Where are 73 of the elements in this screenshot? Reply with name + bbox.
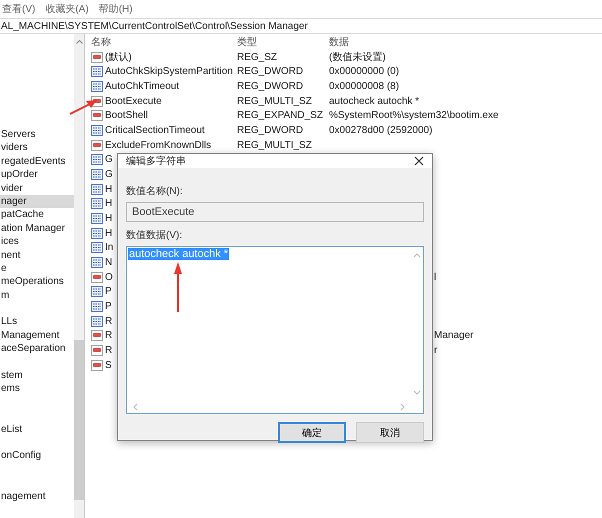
value-data: 0x00278d00 (2592000) bbox=[329, 125, 434, 136]
name-field[interactable]: BootExecute bbox=[126, 202, 424, 222]
value-name: CriticalSectionTimeout bbox=[105, 125, 205, 136]
value-name: In bbox=[105, 242, 114, 254]
column-header[interactable]: 名称 bbox=[91, 35, 237, 49]
value-data: l bbox=[434, 272, 436, 283]
value-type: REG_DWORD bbox=[237, 125, 304, 136]
tree-item[interactable]: Management bbox=[0, 328, 74, 342]
value-name: AutoChkTimeout bbox=[105, 81, 180, 92]
value-data: Manager bbox=[434, 330, 474, 342]
field-label: 数值名称(N): bbox=[126, 185, 184, 198]
value-name: H bbox=[105, 198, 112, 210]
tree-item[interactable]: onConfig bbox=[0, 449, 74, 463]
value-name: ExcludeFromKnownDlls bbox=[105, 140, 212, 151]
menu-item[interactable]: 查看(V) bbox=[2, 2, 36, 16]
value-data: (数值未设置) bbox=[329, 50, 387, 64]
dialog-title: 编辑多字符串 bbox=[126, 154, 186, 168]
menu-item[interactable]: 帮助(H) bbox=[98, 2, 133, 16]
value-name: P bbox=[105, 300, 112, 312]
value-name: O bbox=[105, 272, 113, 283]
value-name: G bbox=[105, 169, 113, 180]
tree-item[interactable]: aceSeparation bbox=[0, 342, 74, 356]
value-name: BootExecute bbox=[105, 96, 162, 107]
field-label: 数值数据(V): bbox=[126, 229, 184, 242]
tree-item[interactable]: LLs bbox=[0, 315, 74, 329]
tree-item[interactable]: viders bbox=[0, 141, 74, 155]
tree-item[interactable]: m bbox=[0, 288, 74, 302]
value-data: r bbox=[434, 344, 438, 356]
value-name: R bbox=[105, 344, 112, 356]
tree-item[interactable]: ation Manager bbox=[0, 222, 74, 236]
value-name: R bbox=[105, 316, 112, 327]
value-name: N bbox=[105, 257, 112, 268]
column-header[interactable]: 类型 bbox=[237, 35, 329, 49]
data-text: autocheck autochk * bbox=[128, 248, 230, 260]
tree-item[interactable]: e bbox=[0, 262, 74, 276]
value-data: autocheck autochk * bbox=[329, 96, 420, 107]
value-type: REG_DWORD bbox=[237, 81, 304, 92]
address-bar[interactable]: AL_MACHINE\SYSTEM\CurrentControlSet\Control\Session Manager bbox=[0, 18, 602, 34]
value-data: 0x00000008 (8) bbox=[329, 81, 400, 92]
menu-item[interactable]: 收藏夹(A) bbox=[45, 2, 89, 16]
value-type: REG_DWORD bbox=[237, 66, 304, 78]
dialog-button[interactable]: 确定 bbox=[278, 422, 346, 443]
tree-item[interactable]: patCache bbox=[0, 208, 74, 222]
value-name: R bbox=[105, 330, 112, 342]
value-type: REG_MULTI_SZ bbox=[237, 140, 313, 151]
value-name: AutoChkSkipSystemPartition bbox=[105, 66, 233, 78]
value-data: 0x00000000 (0) bbox=[329, 66, 400, 78]
value-type: REG_SZ bbox=[237, 52, 278, 63]
tree-item[interactable]: nagement bbox=[0, 490, 74, 503]
value-name: BootShell bbox=[105, 110, 148, 122]
tree-item[interactable]: meOperations bbox=[0, 275, 74, 289]
tree-item[interactable]: ems bbox=[0, 382, 74, 396]
tree-item[interactable]: stem bbox=[0, 369, 74, 382]
column-header[interactable]: 数据 bbox=[329, 35, 602, 49]
value-name: S bbox=[105, 360, 112, 371]
value-name: H bbox=[105, 228, 112, 239]
tree-item[interactable]: nent bbox=[0, 248, 74, 262]
value-data: %SystemRoot%\system32\bootim.exe bbox=[329, 110, 500, 122]
value-name: G bbox=[105, 154, 113, 166]
value-name: (默认) bbox=[105, 51, 132, 64]
dialog-button[interactable]: 取消 bbox=[356, 422, 424, 443]
tree-item[interactable]: eList bbox=[0, 422, 74, 436]
value-type: REG_EXPAND_SZ bbox=[237, 110, 324, 122]
tree-item[interactable]: upOrder bbox=[0, 168, 74, 182]
tree-item[interactable]: vider bbox=[0, 182, 74, 195]
tree-item[interactable]: regatedEvents bbox=[0, 154, 74, 168]
value-name: H bbox=[105, 184, 112, 195]
tree-item[interactable]: nager bbox=[0, 194, 74, 208]
tree-item[interactable]: Servers bbox=[0, 128, 74, 142]
value-name: P bbox=[105, 286, 112, 298]
value-type: REG_MULTI_SZ bbox=[237, 96, 313, 107]
tree-item[interactable]: ices bbox=[0, 235, 74, 249]
value-name: H bbox=[105, 213, 112, 224]
